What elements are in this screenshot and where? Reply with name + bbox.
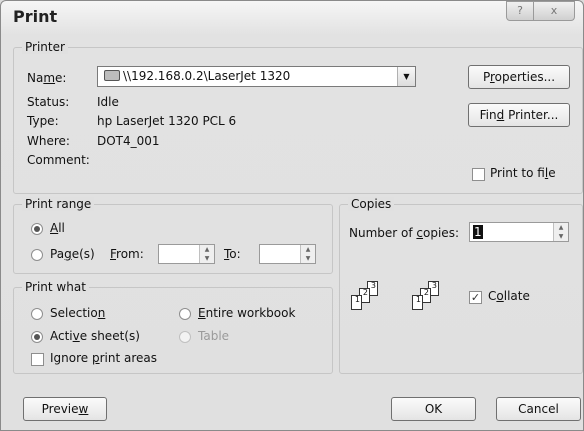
print-dialog: Print ? x Printer Name: \\192.168.0.2\La… (0, 0, 584, 431)
printer-group-title: Printer (22, 40, 68, 54)
properties-button[interactable]: Properties... (468, 65, 570, 89)
where-label: Where: (27, 134, 70, 148)
active-sheets-label: Active sheet(s) (50, 329, 140, 343)
selection-radio[interactable] (31, 308, 43, 320)
from-spin-arrows-icon[interactable]: ▲ ▼ (199, 245, 214, 263)
from-label: From: (110, 247, 144, 261)
entire-workbook-radio[interactable] (179, 308, 191, 320)
window-controls: ? x (506, 1, 575, 21)
entire-workbook-label: Entire workbook (198, 306, 296, 320)
collate-pages-icon: 3 2 1 (351, 281, 387, 317)
type-label: Type: (27, 114, 59, 128)
type-value: hp LaserJet 1320 PCL 6 (97, 114, 237, 128)
printer-icon (104, 70, 120, 81)
name-label: Name: (27, 71, 67, 85)
preview-button[interactable]: Preview (23, 397, 107, 421)
ok-button[interactable]: OK (391, 397, 476, 421)
all-label: All (50, 221, 65, 235)
print-what-group-title: Print what (22, 280, 89, 294)
help-button[interactable]: ? (506, 1, 534, 21)
print-range-group-title: Print range (22, 197, 95, 211)
table-radio (179, 331, 191, 343)
table-label: Table (198, 329, 230, 343)
to-spinner[interactable]: ▲ ▼ (259, 244, 316, 264)
close-button[interactable]: x (534, 1, 575, 21)
collate-checkbox[interactable]: ✓ (469, 291, 482, 304)
ignore-print-areas-label: Ignore print areas (50, 351, 158, 365)
all-radio[interactable] (31, 223, 43, 235)
status-value: Idle (97, 95, 119, 109)
copies-spinner[interactable]: 1 ▲ ▼ (469, 222, 569, 242)
where-value: DOT4_001 (97, 134, 160, 148)
to-spin-arrows-icon[interactable]: ▲ ▼ (300, 245, 315, 263)
from-spinner[interactable]: ▲ ▼ (158, 244, 215, 264)
selection-label: Selection (50, 306, 106, 320)
copies-value: 1 (473, 225, 483, 239)
active-sheets-radio[interactable] (31, 331, 43, 343)
ignore-print-areas-checkbox[interactable] (31, 353, 44, 366)
comment-label: Comment: (27, 153, 90, 167)
pages-label: Page(s) (50, 247, 95, 261)
pages-radio[interactable] (31, 249, 43, 261)
print-to-file-label: Print to file (490, 166, 556, 180)
print-to-file-checkbox[interactable] (472, 168, 485, 181)
status-label: Status: (27, 95, 70, 109)
printer-name-combo[interactable]: \\192.168.0.2\LaserJet 1320 ▼ (97, 66, 416, 87)
find-printer-button[interactable]: Find Printer... (468, 103, 570, 127)
combo-dropdown-icon[interactable]: ▼ (397, 67, 415, 86)
to-label: To: (224, 247, 241, 261)
copies-group-title: Copies (348, 197, 395, 211)
collate-label: Collate (488, 289, 530, 303)
cancel-button[interactable]: Cancel (496, 397, 581, 421)
printer-name-value: \\192.168.0.2\LaserJet 1320 (123, 69, 291, 83)
copies-spin-arrows-icon[interactable]: ▲ ▼ (553, 223, 568, 241)
dialog-title: Print (13, 7, 58, 26)
collate-pages-icon: 3 2 1 (412, 281, 448, 317)
number-of-copies-label: Number of copies: (349, 226, 459, 240)
